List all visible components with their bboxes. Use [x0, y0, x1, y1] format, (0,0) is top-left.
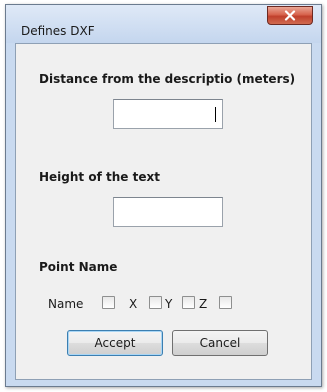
cancel-button[interactable]: Cancel — [172, 330, 268, 356]
text-caret — [215, 107, 216, 122]
z-checkbox-label: Z — [199, 297, 208, 311]
title-bar[interactable]: Defines DXF — [6, 5, 321, 43]
z-checkbox[interactable] — [219, 296, 232, 309]
accept-button[interactable]: Accept — [67, 330, 163, 356]
close-icon — [284, 10, 296, 21]
name-checkbox[interactable] — [102, 296, 115, 309]
window-title: Defines DXF — [21, 24, 95, 38]
name-checkbox-label: Name — [48, 297, 84, 311]
point-name-label: Point Name — [39, 260, 118, 274]
y-checkbox-label: Y — [165, 297, 173, 311]
height-label: Height of the text — [39, 170, 160, 184]
distance-input[interactable] — [113, 99, 223, 129]
distance-label: Distance from the descriptio (meters) — [39, 72, 296, 86]
close-button[interactable] — [267, 6, 313, 25]
x-checkbox-label: X — [129, 297, 138, 311]
dialog-body: Distance from the descriptio (meters) He… — [15, 43, 312, 380]
dialog-window: Defines DXF Distance from the descriptio… — [5, 4, 322, 387]
x-checkbox[interactable] — [149, 296, 162, 309]
y-checkbox[interactable] — [182, 296, 195, 309]
height-input[interactable] — [113, 197, 223, 227]
